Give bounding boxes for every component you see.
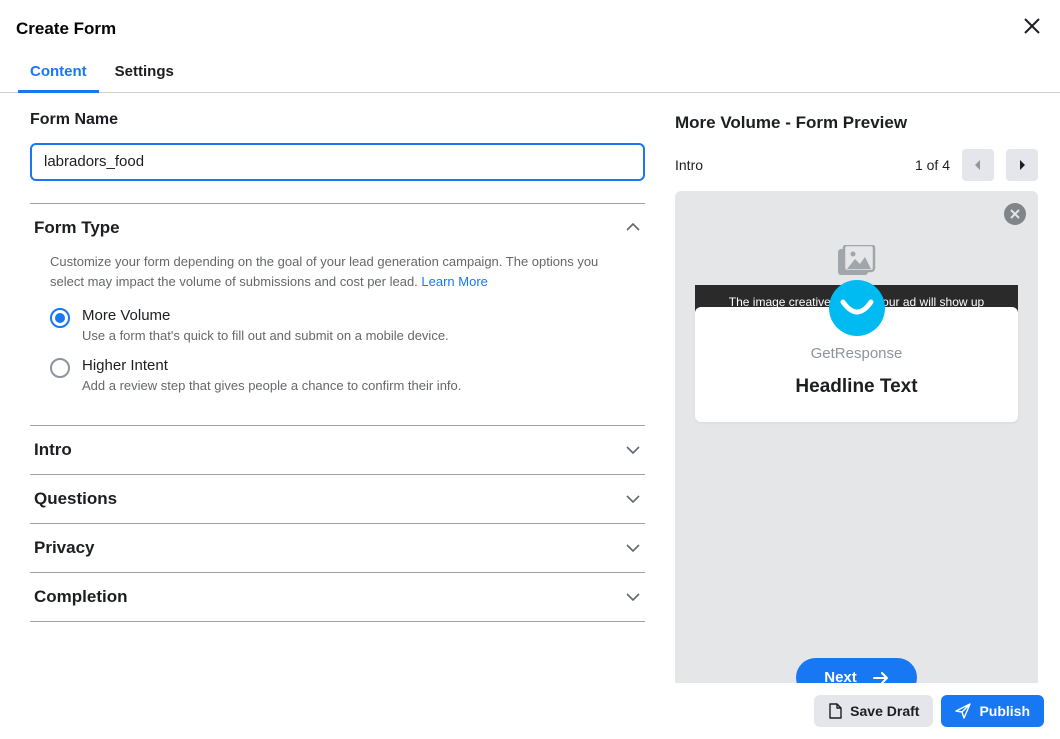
radio-option-more-volume[interactable]: More Volume Use a form that's quick to f… (50, 307, 625, 343)
form-name-input[interactable] (44, 153, 631, 170)
preview-prev-button[interactable] (962, 149, 994, 181)
form-editor-panel: Form Name Form Type Customize your form … (0, 93, 655, 702)
radio-label-more-volume: More Volume (82, 307, 449, 324)
radio-desc-more-volume: Use a form that's quick to fill out and … (82, 328, 449, 343)
footer-actions: Save Draft Publish (0, 683, 1060, 739)
section-header-form-type[interactable]: Form Type (30, 204, 645, 252)
section-title-questions: Questions (34, 489, 117, 509)
image-icon (838, 245, 876, 275)
tab-content[interactable]: Content (30, 63, 87, 92)
radio-desc-higher-intent: Add a review step that gives people a ch… (82, 378, 461, 393)
close-button[interactable] (1020, 14, 1044, 43)
section-title-privacy: Privacy (34, 538, 95, 558)
page-title: Create Form (16, 19, 116, 39)
close-icon (1010, 209, 1020, 219)
form-name-label: Form Name (30, 111, 645, 129)
radio-label-higher-intent: Higher Intent (82, 357, 461, 374)
section-completion: Completion (30, 572, 645, 622)
chevron-down-icon (625, 444, 641, 456)
preview-close-button[interactable] (1004, 203, 1026, 225)
radio-more-volume[interactable] (50, 308, 70, 328)
section-questions: Questions (30, 474, 645, 523)
form-type-description: Customize your form depending on the goa… (50, 252, 625, 291)
brand-name: GetResponse (715, 345, 998, 362)
radio-option-higher-intent[interactable]: Higher Intent Add a review step that giv… (50, 357, 625, 393)
file-icon (828, 703, 842, 719)
tabs-bar: Content Settings (0, 43, 1060, 93)
section-header-privacy[interactable]: Privacy (30, 524, 645, 572)
chevron-down-icon (625, 493, 641, 505)
smile-icon (837, 288, 877, 328)
brand-avatar (829, 280, 885, 336)
form-name-input-wrapper[interactable] (30, 143, 645, 181)
caret-right-icon (1018, 159, 1026, 171)
preview-frame: The image creative used in your ad will … (675, 191, 1038, 721)
preview-page-label: Intro (675, 157, 703, 173)
form-preview-panel: More Volume - Form Preview Intro 1 of 4 (655, 93, 1060, 702)
section-title-completion: Completion (34, 587, 128, 607)
save-draft-button[interactable]: Save Draft (814, 695, 933, 727)
chevron-down-icon (625, 591, 641, 603)
section-privacy: Privacy (30, 523, 645, 572)
section-title-intro: Intro (34, 440, 72, 460)
learn-more-link[interactable]: Learn More (421, 274, 487, 289)
section-title-form-type: Form Type (34, 218, 120, 238)
section-header-completion[interactable]: Completion (30, 573, 645, 621)
publish-button[interactable]: Publish (941, 695, 1044, 727)
close-icon (1024, 18, 1040, 34)
section-header-questions[interactable]: Questions (30, 475, 645, 523)
preview-next-button[interactable] (1006, 149, 1038, 181)
tab-settings[interactable]: Settings (115, 63, 174, 92)
headline-text: Headline Text (715, 376, 998, 398)
preview-page-count: 1 of 4 (915, 157, 950, 173)
radio-higher-intent[interactable] (50, 358, 70, 378)
caret-left-icon (974, 159, 982, 171)
chevron-down-icon (625, 542, 641, 554)
chevron-up-icon (625, 222, 641, 234)
section-form-type: Form Type Customize your form depending … (30, 203, 645, 425)
preview-title: More Volume - Form Preview (675, 113, 1038, 133)
image-placeholder (695, 245, 1018, 275)
section-header-intro[interactable]: Intro (30, 426, 645, 474)
section-intro: Intro (30, 425, 645, 474)
send-icon (955, 703, 971, 719)
